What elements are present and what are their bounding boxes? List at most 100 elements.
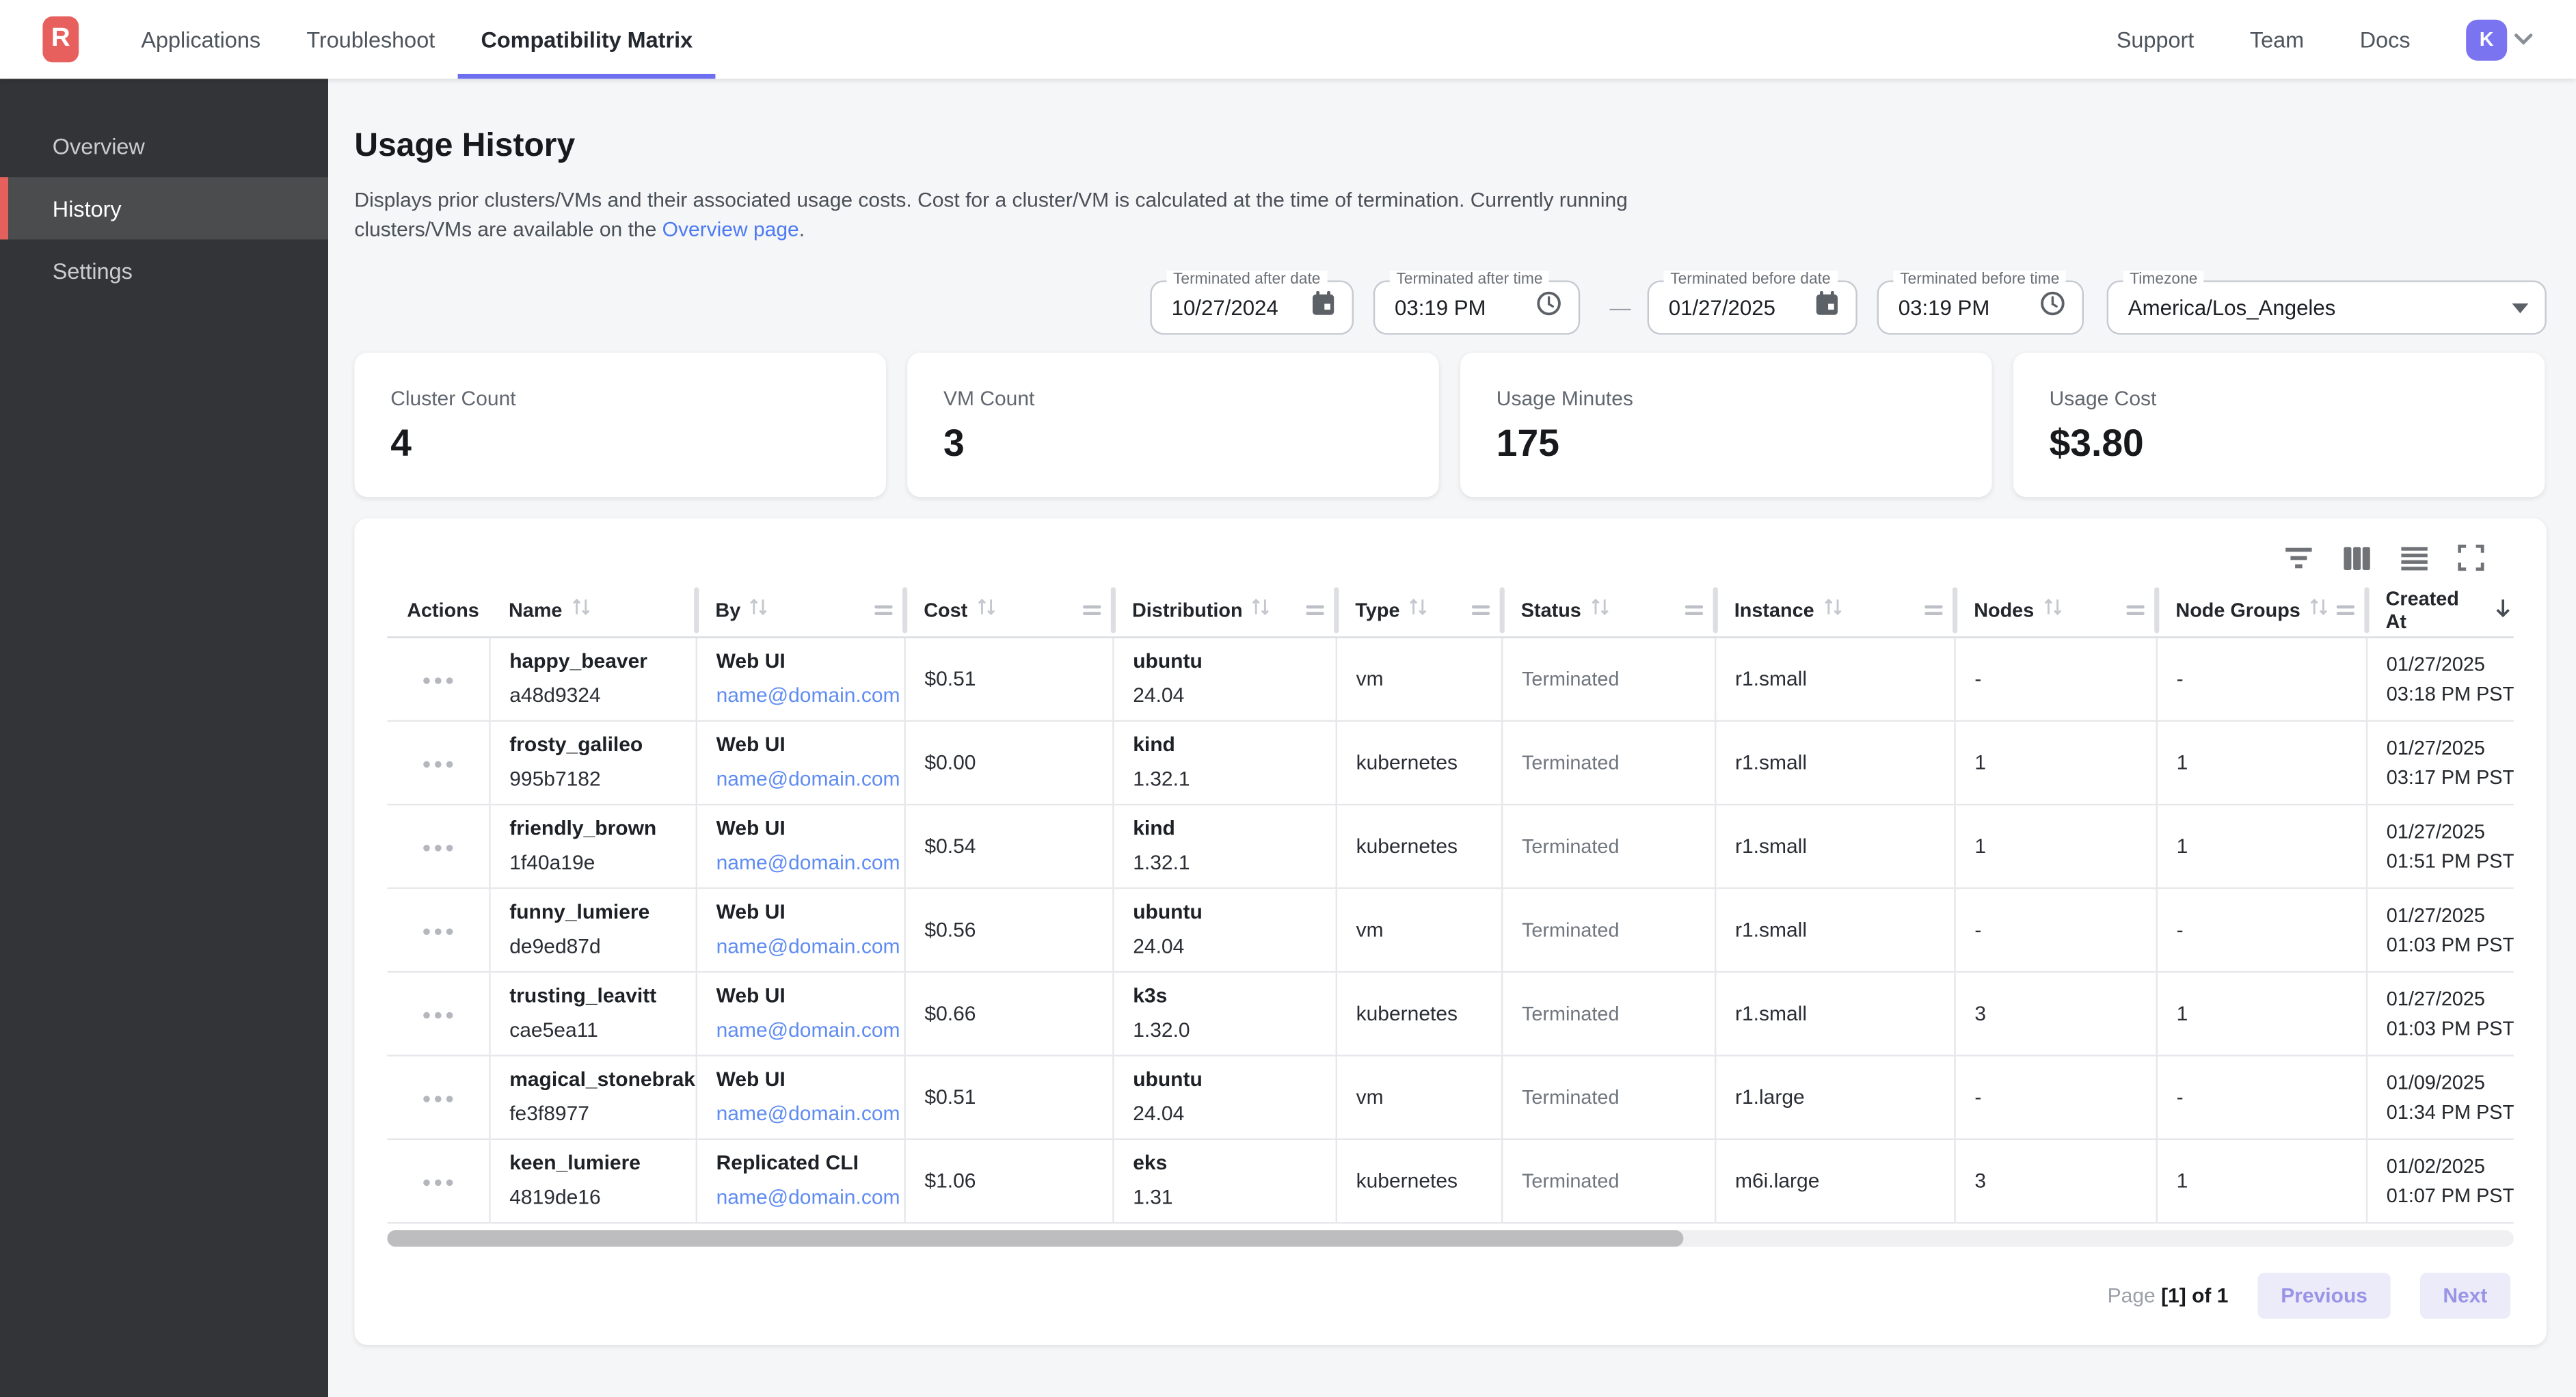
- cost-cell: $0.54: [904, 804, 1112, 887]
- column-header-by[interactable]: By: [696, 584, 904, 636]
- columns-icon[interactable]: [2343, 545, 2371, 570]
- sidebar-item-label: History: [53, 196, 122, 221]
- terminated-before-time-field[interactable]: Terminated before time 03:19 PM: [1877, 280, 2084, 334]
- column-header-status[interactable]: Status: [1501, 584, 1715, 636]
- calendar-icon[interactable]: [1814, 290, 1839, 325]
- stat-cards: Cluster Count 4 VM Count 3 Usage Minutes…: [354, 353, 2546, 497]
- node-groups-cell: 1: [2156, 804, 2366, 887]
- row-actions-button[interactable]: [416, 1005, 459, 1025]
- distribution-name: eks: [1133, 1150, 1328, 1176]
- created-by-method: Web UI: [716, 983, 897, 1009]
- stat-value: 3: [943, 422, 1403, 466]
- column-header-nodes[interactable]: Nodes: [1954, 584, 2156, 636]
- instance-cell: r1.small: [1715, 636, 1954, 720]
- column-menu-icon[interactable]: [2337, 598, 2354, 621]
- previous-page-button[interactable]: Previous: [2258, 1272, 2391, 1318]
- cluster-id: 1f40a19e: [509, 850, 688, 876]
- status-cell: Terminated: [1501, 971, 1715, 1055]
- created-time: 01:03 PM PST: [2387, 1014, 2507, 1040]
- sort-icon[interactable]: [976, 597, 997, 622]
- replicated-logo[interactable]: R: [42, 16, 79, 62]
- column-header-name[interactable]: Name: [489, 584, 695, 636]
- created-time: 01:03 PM PST: [2387, 931, 2507, 957]
- column-header-cost[interactable]: Cost: [904, 584, 1112, 636]
- distribution-name: ubuntu: [1133, 899, 1328, 925]
- filter-icon[interactable]: [2284, 545, 2313, 570]
- column-menu-icon[interactable]: [1472, 598, 1490, 621]
- account-menu[interactable]: K: [2466, 19, 2533, 60]
- next-page-button[interactable]: Next: [2420, 1272, 2510, 1318]
- column-header-node-groups[interactable]: Node Groups: [2156, 584, 2366, 636]
- column-label: Instance: [1734, 598, 1814, 621]
- page-title: Usage History: [354, 128, 2546, 165]
- sort-icon[interactable]: [570, 597, 591, 622]
- created-by-method: Replicated CLI: [716, 1150, 897, 1176]
- sidebar-item-overview[interactable]: Overview: [0, 115, 328, 177]
- nav-link-docs[interactable]: Docs: [2360, 27, 2411, 52]
- row-actions-button[interactable]: [416, 671, 459, 691]
- created-time: 03:18 PM PST: [2387, 680, 2507, 706]
- clock-icon[interactable]: [1535, 290, 1561, 325]
- nav-link-team[interactable]: Team: [2250, 27, 2304, 52]
- column-menu-icon[interactable]: [1685, 598, 1703, 621]
- terminated-before-date-field[interactable]: Terminated before date 01/27/2025: [1648, 280, 1857, 334]
- tab-applications[interactable]: Applications: [118, 0, 284, 79]
- sort-icon[interactable]: [2309, 597, 2330, 622]
- table-row: funny_lumierede9ed87d Web UIname@domain.…: [387, 887, 2513, 971]
- created-by-email-link[interactable]: name@domain.com: [716, 934, 897, 960]
- created-time: 01:34 PM PST: [2387, 1098, 2507, 1124]
- sort-icon[interactable]: [1589, 597, 1611, 622]
- row-actions-button[interactable]: [416, 755, 459, 774]
- avatar: K: [2466, 19, 2507, 60]
- clock-icon[interactable]: [2039, 290, 2065, 325]
- column-menu-icon[interactable]: [874, 598, 892, 621]
- type-cell: vm: [1336, 1055, 1501, 1138]
- status-cell: Terminated: [1501, 636, 1715, 720]
- row-actions-button[interactable]: [416, 1089, 459, 1109]
- sort-desc-icon[interactable]: [2493, 597, 2514, 623]
- sidebar-item-settings[interactable]: Settings: [0, 239, 328, 301]
- row-actions-button[interactable]: [416, 838, 459, 858]
- created-by-email-link[interactable]: name@domain.com: [716, 1100, 897, 1126]
- overview-page-link[interactable]: Overview page: [662, 217, 799, 241]
- terminated-after-time-field[interactable]: Terminated after time 03:19 PM: [1373, 280, 1580, 334]
- column-header-type[interactable]: Type: [1336, 584, 1501, 636]
- created-by-email-link[interactable]: name@domain.com: [716, 1184, 897, 1210]
- column-menu-icon[interactable]: [1083, 598, 1101, 621]
- horizontal-scrollbar-thumb[interactable]: [387, 1230, 1683, 1246]
- row-density-icon[interactable]: [2400, 545, 2428, 570]
- column-menu-icon[interactable]: [1924, 598, 1942, 621]
- created-by-email-link[interactable]: name@domain.com: [716, 682, 897, 708]
- tab-compatibility-matrix[interactable]: Compatibility Matrix: [458, 0, 716, 79]
- timezone-select[interactable]: Timezone America/Los_Angeles: [2107, 280, 2547, 334]
- stat-label: VM Count: [943, 387, 1403, 410]
- created-by-email-link[interactable]: name@domain.com: [716, 1017, 897, 1043]
- sort-icon[interactable]: [1251, 597, 1272, 622]
- column-menu-icon[interactable]: [1306, 598, 1324, 621]
- page-indicator-prefix: Page: [2108, 1284, 2161, 1307]
- node-groups-cell: 1: [2156, 1139, 2366, 1222]
- cost-cell: $0.00: [904, 720, 1112, 804]
- nav-link-support[interactable]: Support: [2117, 27, 2195, 52]
- terminated-after-date-field[interactable]: Terminated after date 10/27/2024: [1150, 280, 1354, 334]
- sidebar-item-history[interactable]: History: [0, 177, 328, 239]
- row-actions-button[interactable]: [416, 922, 459, 942]
- field-label: Terminated before time: [1894, 271, 2066, 288]
- column-header-instance[interactable]: Instance: [1715, 584, 1954, 636]
- created-by-email-link[interactable]: name@domain.com: [716, 850, 897, 876]
- column-menu-icon[interactable]: [2126, 598, 2144, 621]
- table-footer: Page [1] of 1 Previous Next: [387, 1272, 2513, 1318]
- tab-troubleshoot[interactable]: Troubleshoot: [284, 0, 458, 79]
- sort-icon[interactable]: [1408, 597, 1430, 622]
- column-header-distribution[interactable]: Distribution: [1112, 584, 1335, 636]
- calendar-icon[interactable]: [1311, 290, 1336, 325]
- sort-icon[interactable]: [2042, 597, 2063, 622]
- stat-value: 4: [390, 422, 850, 466]
- fullscreen-icon[interactable]: [2458, 545, 2484, 571]
- sort-icon[interactable]: [749, 597, 770, 622]
- row-actions-button[interactable]: [416, 1173, 459, 1193]
- created-by-email-link[interactable]: name@domain.com: [716, 766, 897, 792]
- instance-cell: m6i.large: [1715, 1139, 1954, 1222]
- sort-icon[interactable]: [1823, 597, 1844, 622]
- column-header-created-at[interactable]: Created At: [2366, 584, 2514, 636]
